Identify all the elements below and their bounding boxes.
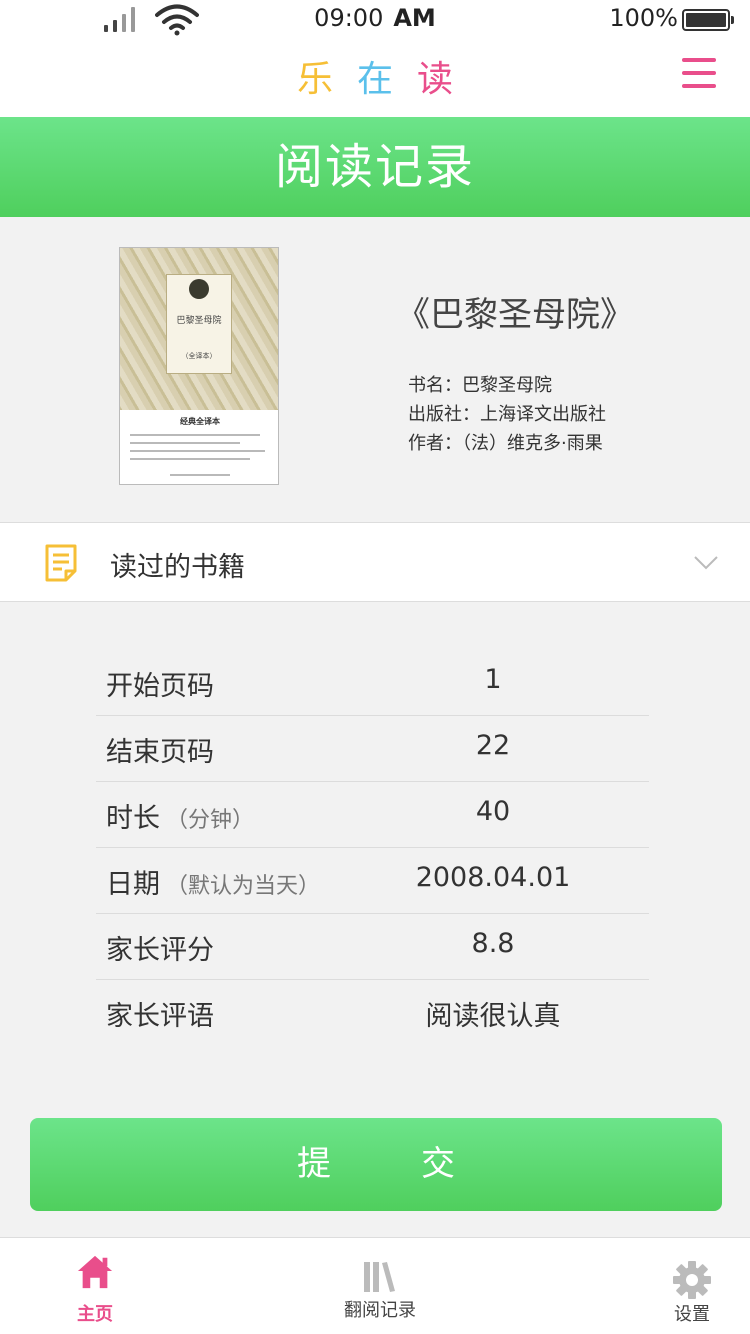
parent-comment-field[interactable]: 阅读很认真 <box>326 994 660 1033</box>
start-page-field[interactable]: 1 <box>326 664 660 695</box>
duration-label: 时长 <box>106 803 160 834</box>
book-publisher: 出版社：上海译文出版社 <box>408 404 606 425</box>
end-page-row: 结束页码 22 <box>96 716 649 782</box>
gear-icon <box>673 1261 711 1299</box>
submit-button[interactable]: 提交 <box>30 1118 722 1211</box>
cover-title: 巴黎圣母院 <box>176 316 222 326</box>
tab-reading-history-label: 翻阅记录 <box>344 1300 416 1321</box>
tab-home[interactable]: 主页 <box>55 1238 135 1334</box>
tab-settings-label: 设置 <box>674 1304 710 1325</box>
start-page-row: 开始页码 1 <box>96 650 649 716</box>
duration-field[interactable]: 40 <box>326 796 660 827</box>
tab-reading-history[interactable]: 翻阅记录 <box>330 1238 430 1334</box>
app-header: 乐在读 <box>0 40 750 117</box>
date-hint: （默认为当天） <box>166 874 321 899</box>
tab-bar: 主页 翻阅记录 设置 <box>0 1237 750 1334</box>
page-title: 阅读记录 <box>274 139 475 195</box>
cover-edition: （全译本） <box>181 352 217 360</box>
read-books-label: 读过的书籍 <box>110 552 245 583</box>
parent-score-row: 家长评分 8.8 <box>96 914 649 980</box>
cover-tag: 经典全译本 <box>180 417 220 426</box>
end-page-label: 结束页码 <box>106 737 214 768</box>
duration-hint: （分钟） <box>166 808 255 833</box>
book-title: 《巴黎圣母院》 <box>396 295 634 335</box>
book-meta: 书名：巴黎圣母院 出版社：上海译文出版社 作者：（法）维克多·雨果 <box>408 371 606 458</box>
parent-score-label: 家长评分 <box>106 935 214 966</box>
tab-settings[interactable]: 设置 <box>650 1238 734 1334</box>
date-row: 日期 （默认为当天） 2008.04.01 <box>96 848 649 914</box>
author-portrait <box>189 279 209 299</box>
date-label: 日期 <box>106 869 160 900</box>
menu-icon[interactable] <box>682 58 716 88</box>
app-logo: 乐在读 <box>296 59 478 100</box>
date-field[interactable]: 2008.04.01 <box>326 862 660 893</box>
battery-icon <box>682 9 734 31</box>
parent-comment-label: 家长评语 <box>106 1001 214 1032</box>
start-page-label: 开始页码 <box>106 671 214 702</box>
page-banner: 阅读记录 <box>0 117 750 217</box>
read-books-dropdown[interactable]: 读过的书籍 <box>0 522 750 602</box>
tab-home-label: 主页 <box>77 1304 113 1325</box>
reading-form: 开始页码 1 结束页码 22 时长 （分钟） 40 日期 （默认为当天） 2008.… <box>96 650 649 1046</box>
battery-percent: 100% <box>609 4 678 32</box>
status-bar: 09:00 AM 100% <box>0 0 750 40</box>
book-card: 巴黎圣母院 （全译本） 经典全译本 《巴黎圣母院》 书名：巴黎圣母院 出版社：上… <box>0 217 750 523</box>
parent-comment-row: 家长评语 阅读很认真 <box>96 980 649 1046</box>
home-icon <box>77 1255 113 1289</box>
duration-row: 时长 （分钟） 40 <box>96 782 649 848</box>
document-icon <box>45 544 77 582</box>
book-name: 书名：巴黎圣母院 <box>408 375 552 396</box>
chevron-down-icon <box>694 556 718 570</box>
end-page-field[interactable]: 22 <box>326 730 660 761</box>
book-cover: 巴黎圣母院 （全译本） 经典全译本 <box>119 247 279 485</box>
parent-score-field[interactable]: 8.8 <box>326 928 660 959</box>
books-icon <box>364 1262 395 1292</box>
book-author: 作者：（法）维克多·雨果 <box>408 433 603 454</box>
